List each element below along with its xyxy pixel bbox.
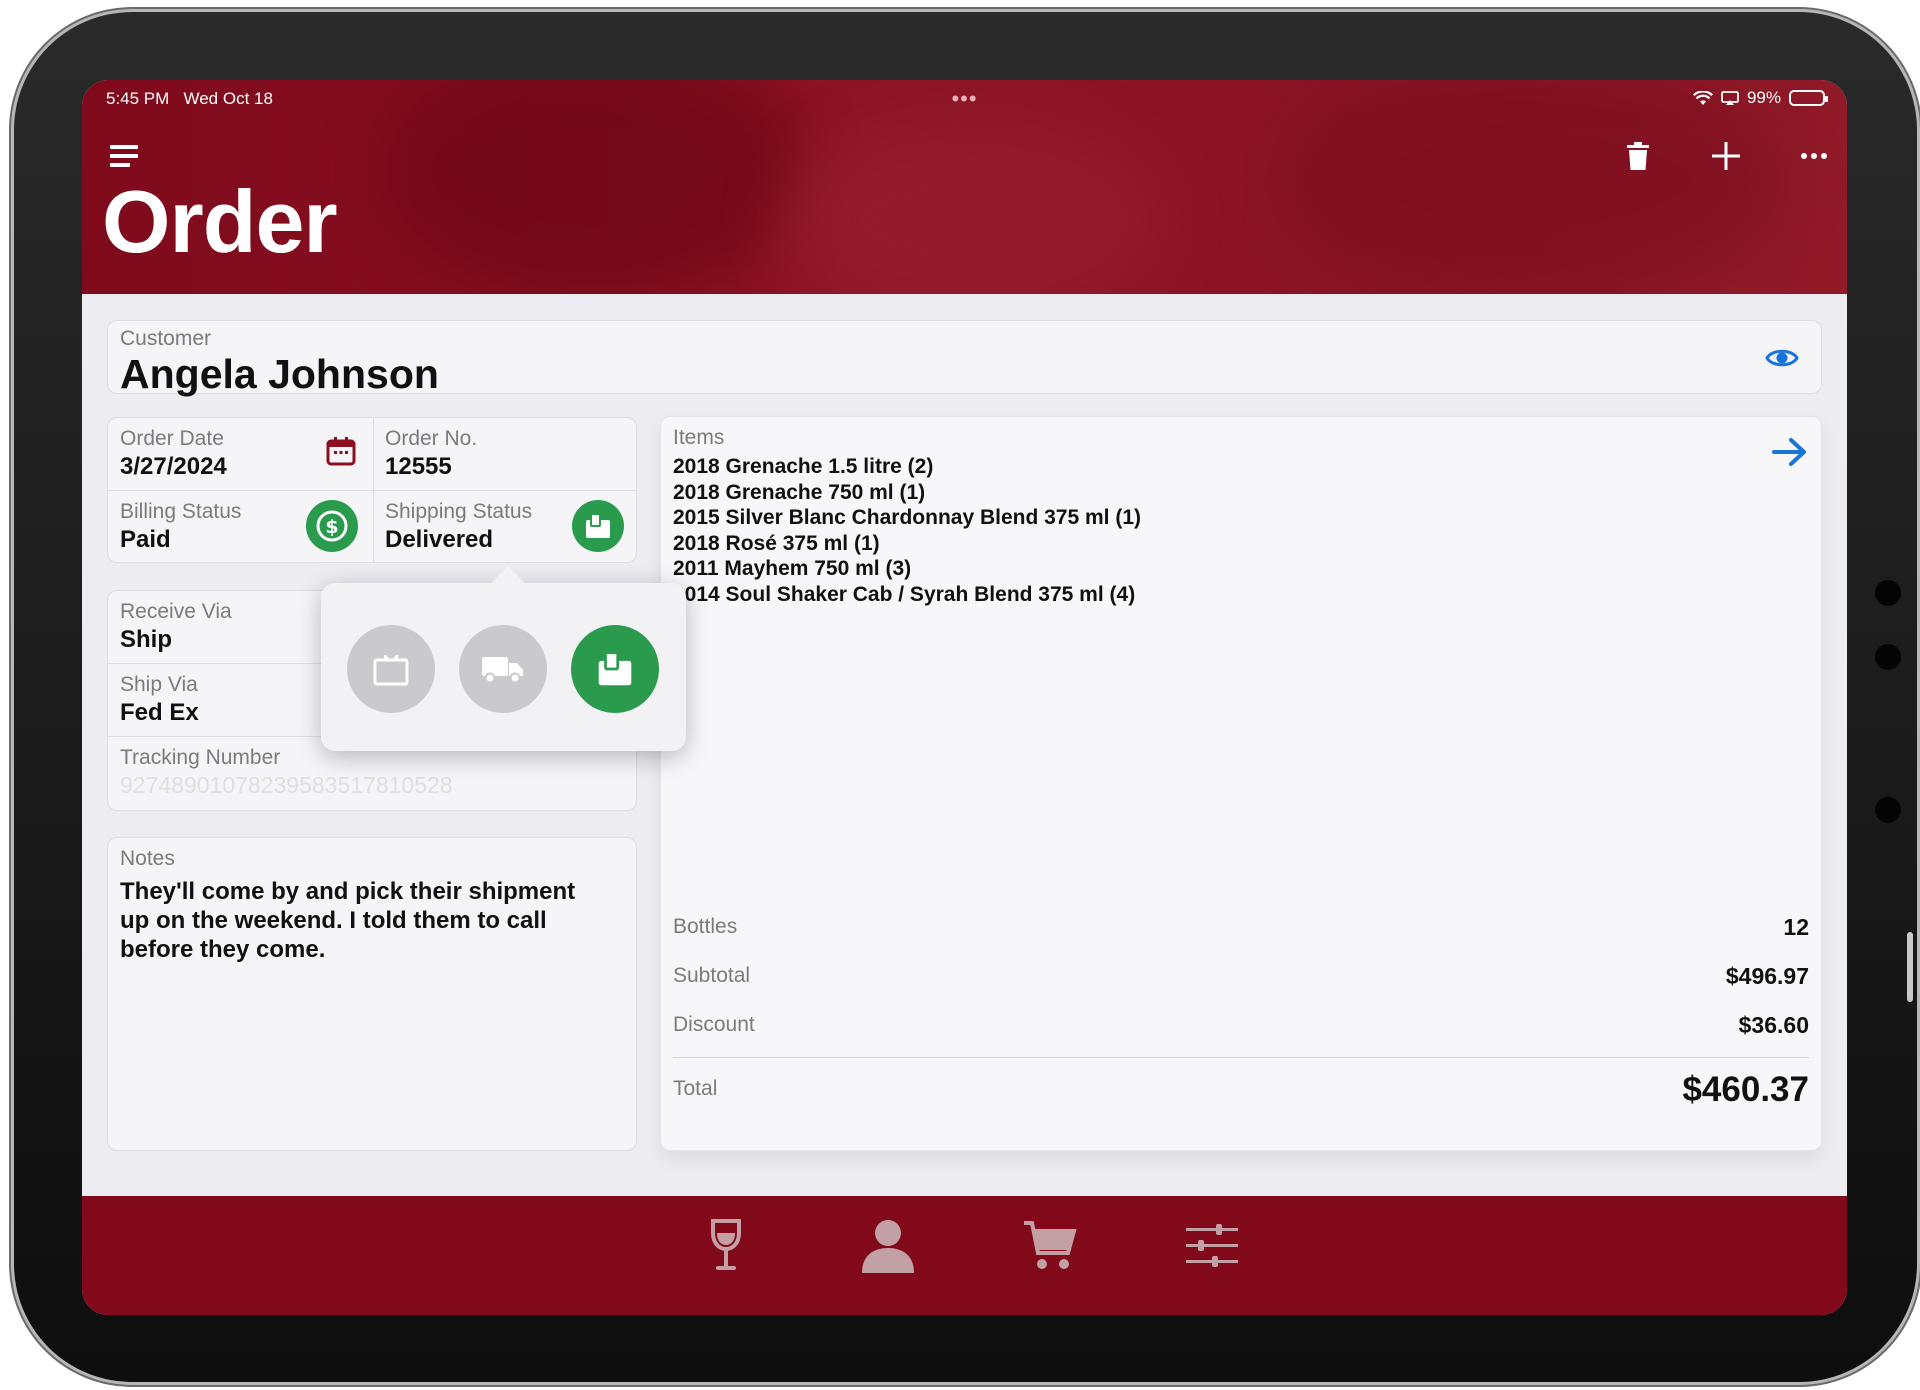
tab-settings[interactable] xyxy=(1180,1214,1244,1278)
camera-dot xyxy=(1875,797,1901,823)
customer-card[interactable]: Customer Angela Johnson xyxy=(107,320,1822,397)
ship-via-field[interactable]: Ship Via Fed Ex xyxy=(108,664,211,735)
camera-dot xyxy=(1875,580,1901,606)
customer-name: Angela Johnson xyxy=(120,351,439,397)
total-value: $460.37 xyxy=(1682,1070,1809,1109)
order-date-label: Order Date xyxy=(120,427,224,450)
view-customer-icon[interactable] xyxy=(1765,341,1799,375)
order-number-label: Order No. xyxy=(385,427,478,450)
status-time: 5:45 PM Wed Oct 18 xyxy=(106,89,273,109)
more-icon[interactable] xyxy=(1794,136,1834,176)
status-bar: 5:45 PM Wed Oct 18 ••• 99% xyxy=(82,80,1847,118)
calendar-icon[interactable] xyxy=(326,436,356,466)
order-info-card: Order Date 3/27/2024 Order No. 12555 Bil… xyxy=(107,417,637,563)
wifi-icon xyxy=(1692,90,1713,105)
status-indicators: 99% xyxy=(1692,88,1828,108)
bottles-value: 12 xyxy=(1783,914,1809,940)
bottles-row: Bottles 12 xyxy=(673,904,1809,953)
totals-section: Bottles 12 Subtotal $496.97 Discount $36… xyxy=(673,904,1809,1115)
list-item: 2018 Grenache 1.5 litre (2) xyxy=(673,455,934,478)
delivered-package-icon[interactable] xyxy=(572,500,624,552)
customer-label: Customer xyxy=(120,327,212,350)
battery-icon xyxy=(1789,90,1828,106)
list-item: 2011 Mayhem 750 ml (3) xyxy=(673,557,912,580)
power-button xyxy=(1907,932,1913,1002)
receive-via-value: Ship xyxy=(120,626,172,653)
menu-icon[interactable] xyxy=(104,136,144,176)
list-item: 2018 Rosé 375 ml (1) xyxy=(673,531,880,555)
total-label: Total xyxy=(673,1077,718,1100)
wine-glass-icon xyxy=(711,1219,741,1270)
sliders-icon xyxy=(1186,1224,1238,1267)
total-row: Total $460.37 xyxy=(673,1066,1809,1115)
battery-percent: 99% xyxy=(1746,88,1781,107)
screen-mirror-icon xyxy=(1721,90,1739,105)
order-number-value: 12555 xyxy=(385,453,452,480)
list-item: 2014 Soul Shaker Cab / Syrah Blend 375 m… xyxy=(673,582,1136,606)
multitask-dots-icon[interactable]: ••• xyxy=(951,86,977,112)
tab-customers[interactable] xyxy=(856,1214,920,1278)
trash-icon[interactable] xyxy=(1618,136,1658,176)
items-card[interactable]: Items 2018 Grenache 1.5 litre (2) 2018 G… xyxy=(660,416,1822,1151)
discount-label: Discount xyxy=(673,1013,755,1036)
in-transit-truck-icon[interactable] xyxy=(459,625,547,713)
svg-text:$: $ xyxy=(325,516,338,538)
app-screen: 5:45 PM Wed Oct 18 ••• 99% Order Custome… xyxy=(82,80,1847,1315)
discount-value: $36.60 xyxy=(1738,1012,1809,1038)
items-list: 2018 Grenache 1.5 litre (2) 2018 Grenach… xyxy=(673,454,1141,607)
page-title: Order xyxy=(102,172,338,271)
person-icon xyxy=(862,1220,914,1273)
header: 5:45 PM Wed Oct 18 ••• 99% Order xyxy=(82,80,1847,294)
receive-via-field[interactable]: Receive Via Ship xyxy=(108,591,244,662)
subtotal-value: $496.97 xyxy=(1725,963,1809,989)
discount-row: Discount $36.60 xyxy=(673,1002,1809,1051)
shipping-status-popover xyxy=(321,566,686,751)
subtotal-label: Subtotal xyxy=(673,964,751,987)
tab-bar xyxy=(82,1196,1847,1315)
items-label: Items xyxy=(673,426,725,449)
notes-card[interactable]: Notes They'll come by and pick their shi… xyxy=(107,837,637,1151)
pending-package-icon[interactable] xyxy=(347,625,435,713)
totals-divider xyxy=(673,1057,1809,1058)
time-text: 5:45 PM xyxy=(106,89,170,108)
receive-via-label: Receive Via xyxy=(120,600,232,623)
camera-dot xyxy=(1875,644,1901,670)
delivered-package-icon[interactable] xyxy=(571,625,659,713)
order-number-field[interactable]: Order No. 12555 xyxy=(373,418,636,490)
list-item: 2018 Grenache 750 ml (1) xyxy=(673,480,926,504)
notes-text: They'll come by and pick their shipment … xyxy=(120,878,576,963)
order-date-value: 3/27/2024 xyxy=(120,453,227,480)
add-icon[interactable] xyxy=(1706,136,1746,176)
cart-icon xyxy=(1024,1221,1077,1269)
tab-cart[interactable] xyxy=(1018,1214,1082,1278)
notes-label: Notes xyxy=(120,847,175,870)
arrow-right-icon[interactable] xyxy=(1771,435,1809,469)
bottles-label: Bottles xyxy=(673,915,738,938)
ship-via-value: Fed Ex xyxy=(120,699,199,726)
ship-via-label: Ship Via xyxy=(120,673,198,696)
subtotal-row: Subtotal $496.97 xyxy=(673,953,1809,1002)
dollar-icon[interactable]: $ xyxy=(306,500,358,552)
tab-wine[interactable] xyxy=(694,1214,758,1278)
date-text: Wed Oct 18 xyxy=(183,89,273,108)
list-item: 2015 Silver Blanc Chardonnay Blend 375 m… xyxy=(673,506,1142,529)
popover-arrow xyxy=(491,566,525,600)
tracking-number-value: 9274890107823958351781052​8 xyxy=(120,772,453,798)
